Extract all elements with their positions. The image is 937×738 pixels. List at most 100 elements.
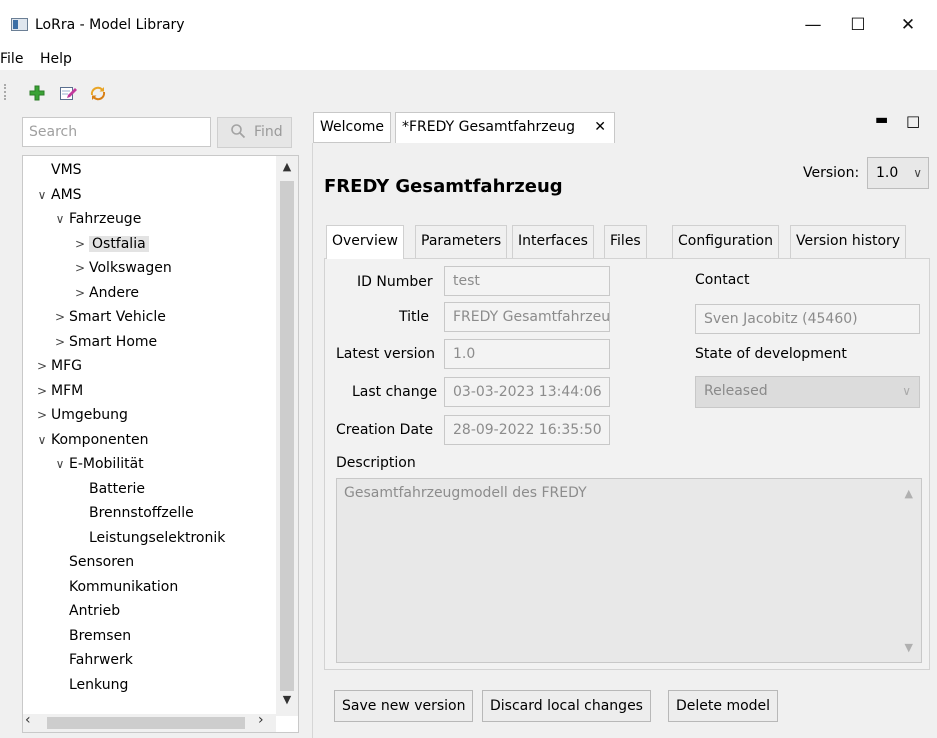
tree-item-label: Smart Home <box>69 333 158 350</box>
search-icon <box>230 123 246 143</box>
toolbar-grip <box>4 84 6 100</box>
panel-minimize-icon[interactable]: ▬ <box>875 112 888 128</box>
contact-field[interactable]: Sven Jacobitz (45460) <box>695 304 920 334</box>
close-button[interactable]: ✕ <box>885 10 931 40</box>
tree-item[interactable]: ∨ E-Mobilität <box>51 453 144 477</box>
tree-item[interactable]: ∨ Fahrzeuge <box>51 208 142 232</box>
scroll-left-icon[interactable]: ‹ <box>25 712 31 728</box>
tree-item-label: Lenkung <box>69 676 129 693</box>
tree-item[interactable]: Batterie <box>71 478 145 502</box>
last-change-field[interactable]: 03-03-2023 13:44:06 <box>444 377 610 407</box>
tree-item[interactable]: > MFG <box>33 355 82 379</box>
edit-icon[interactable] <box>59 84 77 102</box>
chevron-right-icon[interactable]: > <box>51 331 69 353</box>
chevron-right-icon[interactable]: > <box>33 380 51 402</box>
scroll-up-icon[interactable]: ▲ <box>905 487 913 500</box>
scroll-down-icon[interactable]: ▼ <box>905 641 913 654</box>
state-of-development-select[interactable]: Released ∨ <box>695 376 920 408</box>
tree-item[interactable]: > MFM <box>33 380 83 404</box>
model-tree[interactable]: VMS ∨ AMS ∨ Fahrzeuge > Ostfalia > Volkswagen > An… <box>22 155 299 733</box>
tree-item-label: Kommunikation <box>69 578 179 595</box>
tree-item[interactable]: Kommunikation <box>51 576 178 600</box>
model-title: FREDY Gesamtfahrzeug <box>324 176 563 197</box>
chevron-right-icon[interactable]: > <box>33 355 51 377</box>
tree-item[interactable]: Fahrwerk <box>51 649 133 673</box>
chevron-down-icon[interactable]: ∨ <box>33 184 51 206</box>
version-select[interactable]: 1.0 ∨ <box>867 157 929 189</box>
tree-item[interactable]: > Smart Home <box>51 331 157 355</box>
delete-model-button[interactable]: Delete model <box>668 690 779 722</box>
tree-item[interactable]: Leistungselektronik <box>71 527 225 551</box>
find-label: Find <box>254 124 283 140</box>
chevron-right-icon[interactable]: > <box>71 233 89 255</box>
tab-welcome[interactable]: Welcome <box>313 112 392 143</box>
menu-help[interactable]: Help <box>40 51 72 67</box>
scroll-up-icon[interactable]: ▲ <box>276 160 298 173</box>
state-value: Released <box>704 383 768 399</box>
sync-icon[interactable] <box>89 84 107 102</box>
latest-version-label: Latest version <box>336 346 435 362</box>
chevron-down-icon[interactable]: ∨ <box>33 429 51 451</box>
tree-item[interactable]: Lenkung <box>51 674 128 698</box>
search-input[interactable] <box>22 117 211 147</box>
creation-date-field[interactable]: 28-09-2022 16:35:50 <box>444 415 610 445</box>
latest-version-field[interactable]: 1.0 <box>444 339 610 369</box>
tree-item-label: Volkswagen <box>89 260 172 276</box>
menu-file[interactable]: File <box>0 51 23 67</box>
discard-local-changes-button[interactable]: Discard local changes <box>482 690 651 722</box>
tree-item[interactable]: > Umgebung <box>33 404 128 428</box>
chevron-right-icon[interactable]: > <box>51 306 69 328</box>
tab-interfaces[interactable]: Interfaces <box>512 225 594 258</box>
tree-item[interactable]: Antrieb <box>51 600 120 624</box>
tree-item[interactable]: Bremsen <box>51 625 131 649</box>
scroll-down-icon[interactable]: ▼ <box>276 693 298 706</box>
chevron-down-icon: ∨ <box>913 166 922 180</box>
tab-version-history[interactable]: Version history <box>790 225 907 258</box>
close-icon[interactable]: ✕ <box>594 113 606 142</box>
tree-item-label: Antrieb <box>69 603 121 619</box>
tree-horizontal-scroll-thumb[interactable] <box>47 717 245 729</box>
add-icon[interactable] <box>28 84 46 102</box>
tree-item-label: Ostfalia <box>89 235 149 252</box>
state-of-development-label: State of development <box>695 346 847 362</box>
tree-item[interactable]: > Smart Vehicle <box>51 306 166 330</box>
tab-files[interactable]: Files <box>604 225 647 258</box>
tab-configuration[interactable]: Configuration <box>672 225 779 258</box>
window-title: LoRra - Model Library <box>35 17 185 33</box>
save-new-version-button[interactable]: Save new version <box>334 690 474 722</box>
creation-date-label: Creation Date <box>336 422 434 438</box>
chevron-right-icon[interactable]: > <box>71 282 89 304</box>
find-button[interactable]: Find <box>217 117 292 148</box>
tree-item-label: E-Mobilität <box>69 456 144 472</box>
minimize-button[interactable]: — <box>790 10 836 40</box>
tree-item[interactable]: ∨ AMS <box>33 184 82 208</box>
title-field[interactable]: FREDY Gesamtfahrzeug <box>444 302 610 332</box>
panel-maximize-icon[interactable]: □ <box>906 112 920 130</box>
tab-fredy-gesamtfahrzeug[interactable]: *FREDY Gesamtfahrzeug ✕ <box>395 112 615 144</box>
tree-item[interactable]: > Volkswagen <box>71 257 172 281</box>
tree-item[interactable]: > Andere <box>71 282 139 306</box>
tree-item-label: Leistungselektronik <box>89 529 226 546</box>
id-number-field[interactable]: test <box>444 266 610 296</box>
chevron-down-icon[interactable]: ∨ <box>51 453 69 475</box>
tree-item[interactable]: Sensoren <box>51 551 134 575</box>
title-label: Title <box>399 309 430 325</box>
description-textarea[interactable]: Gesamtfahrzeugmodell des FREDY ▲ ▼ <box>336 478 922 663</box>
tree-item-label: Andere <box>89 284 140 301</box>
tree-item[interactable]: Brennstoffzelle <box>71 502 194 526</box>
chevron-right-icon[interactable]: > <box>71 257 89 279</box>
tree-vertical-scroll-thumb[interactable] <box>280 181 294 691</box>
tree-item-label: Brennstoffzelle <box>89 505 194 521</box>
maximize-button[interactable]: ☐ <box>835 10 881 40</box>
tree-item-label: Sensoren <box>69 554 135 570</box>
tree-item[interactable]: ∨ Komponenten <box>33 429 149 453</box>
chevron-right-icon[interactable]: > <box>33 404 51 426</box>
scroll-right-icon[interactable]: › <box>258 712 264 728</box>
chevron-down-icon: ∨ <box>902 384 911 398</box>
chevron-down-icon[interactable]: ∨ <box>51 208 69 230</box>
tab-overview[interactable]: Overview <box>326 225 404 259</box>
tab-parameters[interactable]: Parameters <box>415 225 508 258</box>
version-value: 1.0 <box>876 165 899 181</box>
tree-item[interactable]: > Ostfalia <box>71 233 149 257</box>
tree-item[interactable]: VMS <box>33 159 82 183</box>
